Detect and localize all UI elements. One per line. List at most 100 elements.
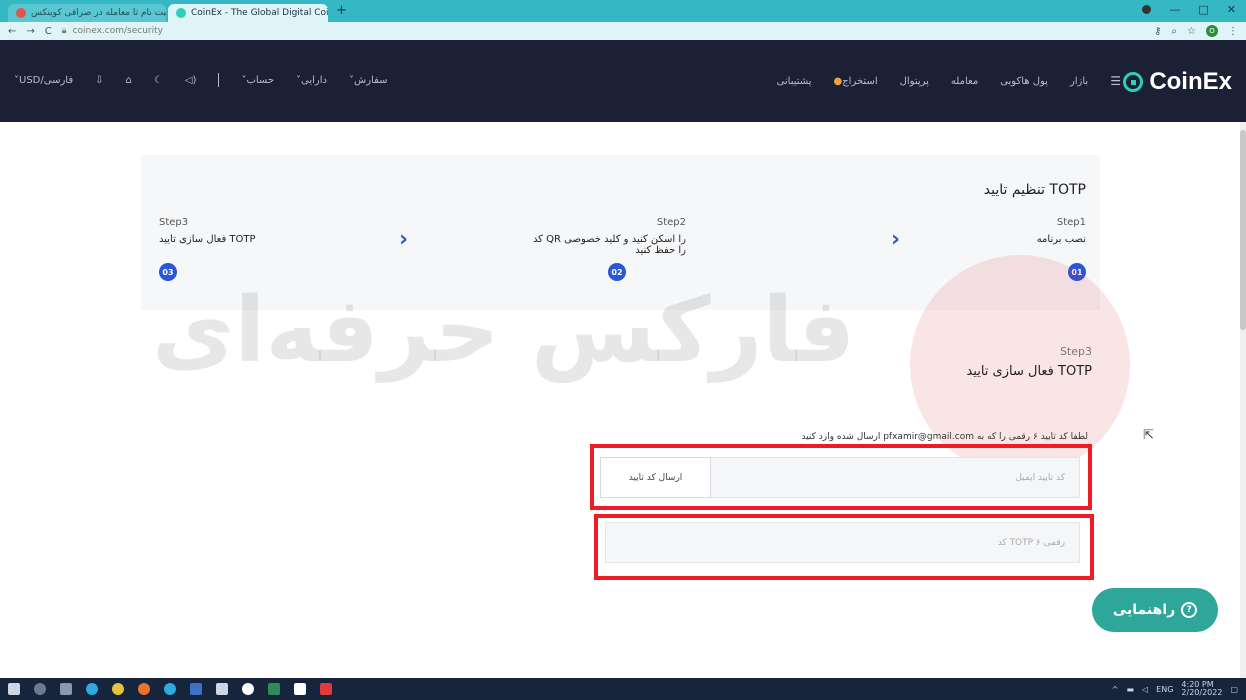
url-text: coinex.com/security (72, 26, 163, 36)
nav-item-mining-label: استخراج (842, 75, 878, 87)
chevron-right-icon: › (399, 227, 409, 252)
browser-tab-active[interactable]: CoinEx - The Global Digital Coin... ✕ (168, 4, 328, 22)
logo-text: CoinEx (1149, 68, 1232, 95)
close-window-icon[interactable]: ✕ (1227, 3, 1236, 16)
address-bar: ← → C 🔒︎ coinex.com/security ⚷ ⌕ ☆ O ⋮ (0, 22, 1246, 40)
scrollbar-thumb[interactable] (1240, 130, 1246, 330)
network-icon[interactable]: ▬ (1126, 685, 1134, 694)
page-title: تنظیم تایید TOTP (983, 182, 1086, 198)
nav-item-mining[interactable]: استخراج● (833, 76, 877, 87)
red-app-icon[interactable] (320, 683, 332, 695)
moon-icon[interactable]: ☾ (154, 75, 163, 86)
currency-language-select[interactable]: ˅USD/فارسی (14, 75, 73, 86)
highlight-box-totp (594, 514, 1094, 580)
store-icon[interactable] (216, 683, 228, 695)
edge-icon[interactable] (86, 683, 98, 695)
coinex-logo[interactable]: CoinEx (1123, 68, 1232, 96)
divider (218, 73, 220, 87)
firefox-icon[interactable] (138, 683, 150, 695)
step-1: Step1 نصب برنامه 01 (1036, 217, 1086, 281)
help-button[interactable]: راهنمایی ? (1092, 588, 1218, 632)
step-1-label: Step1 (1056, 217, 1086, 228)
system-tray: ^ ▬ ◁ ENG 4:20 PM 2/20/2022 ▢ (1112, 681, 1238, 697)
nav-item-orders[interactable]: ˅سفارش (349, 75, 388, 86)
url-field[interactable]: 🔒︎ coinex.com/security (62, 26, 1144, 36)
star-icon[interactable]: ☆ (1187, 26, 1196, 37)
nav-item-market[interactable]: بازار (1070, 76, 1088, 87)
browser-tab-bar: از ثبت نام تا معامله در صرافی کوینکس... … (0, 0, 1246, 22)
circle-app-icon[interactable] (242, 683, 254, 695)
chevron-right-icon: › (891, 227, 901, 252)
nav-item-account[interactable]: ˅حساب (241, 75, 274, 86)
nav-item-assets[interactable]: ˅دارایی (296, 75, 327, 86)
fire-icon: ● (833, 75, 843, 87)
currency-label: USD/فارسی (19, 74, 74, 86)
task-view-icon[interactable] (60, 683, 72, 695)
step-2-label: Step2 (656, 217, 686, 228)
sub-step-title: فعال سازی تایید TOTP (966, 364, 1092, 379)
reload-icon[interactable]: C (45, 26, 52, 37)
sub-step-header: Step3 فعال سازی تایید TOTP (966, 345, 1092, 379)
tab-label: CoinEx - The Global Digital Coin... (191, 8, 328, 18)
key-icon[interactable]: ⚷ (1154, 26, 1161, 37)
download-icon[interactable]: ⇩ (95, 75, 103, 86)
telegram-icon[interactable] (164, 683, 176, 695)
account-label: حساب (246, 74, 275, 86)
tab-favicon-icon (176, 8, 186, 18)
notification-icon[interactable]: ▢ (1230, 685, 1238, 694)
highlight-box-email (590, 444, 1092, 510)
window-controls: — □ ✕ (1142, 3, 1236, 16)
nav-item-support[interactable]: پشتیبانی (777, 76, 812, 87)
assets-label: دارایی (301, 74, 327, 86)
tab-label: از ثبت نام تا معامله در صرافی کوینکس... (31, 8, 166, 18)
language-icon[interactable]: ENG (1156, 685, 1173, 694)
sound-icon[interactable]: ◁) (185, 75, 197, 86)
nav-item-trade[interactable]: معامله (951, 76, 978, 87)
zoom-icon[interactable]: ⌕ (1171, 26, 1177, 37)
profile-avatar[interactable]: O (1206, 25, 1218, 37)
step-2: Step2 کد QR را اسکن کنید و کلید خصوصی را… (526, 217, 686, 281)
step-3: Step3 فعال سازی تایید TOTP 03 (159, 217, 256, 281)
back-icon[interactable]: ← (8, 26, 16, 37)
nav-utilities: ˅USD/فارسی ⇩ ⌂ ☾ ◁) ˅حساب ˅دارایی ˅سفارش (14, 73, 388, 87)
bell-icon[interactable]: ⌂ (126, 75, 132, 86)
minimize-icon[interactable]: — (1169, 3, 1180, 16)
sub-step-label: Step3 (1059, 345, 1092, 358)
coinex-navbar: CoinEx ☰ بازار پول هاکوبی معامله پرپتوال… (0, 40, 1246, 122)
verification-hint: لطفا کد تایید ۶ رقمی را که به pfxamir@gm… (801, 432, 1088, 442)
forward-icon[interactable]: → (26, 26, 34, 37)
browser-tab-inactive[interactable]: از ثبت نام تا معامله در صرافی کوینکس... … (8, 4, 166, 22)
clock[interactable]: 4:20 PM 2/20/2022 (1181, 681, 1222, 697)
windows-taskbar: ^ ▬ ◁ ENG 4:20 PM 2/20/2022 ▢ (0, 678, 1246, 700)
menu-dots-icon[interactable]: ⋮ (1228, 26, 1238, 37)
nav-item-exchange[interactable]: پول هاکوبی (1000, 76, 1048, 87)
lock-icon: 🔒︎ (61, 26, 67, 36)
app-icon[interactable] (190, 683, 202, 695)
orders-label: سفارش (353, 74, 388, 86)
nav-item-perpetual[interactable]: پرپتوال (900, 76, 929, 87)
hamburger-icon[interactable]: ☰ (1110, 74, 1121, 88)
step-3-label: Step3 (159, 217, 189, 228)
question-icon: ? (1181, 602, 1198, 618)
clock-date: 2/20/2022 (1181, 688, 1223, 697)
chrome-icon[interactable] (112, 683, 124, 695)
profile-indicator-icon (1142, 5, 1152, 14)
document-icon[interactable] (294, 683, 306, 695)
volume-icon[interactable]: ◁ (1142, 685, 1148, 694)
search-icon[interactable] (34, 683, 46, 695)
step-2-desc: کد QR را اسکن کنید و کلید خصوصی را حفظ ک… (532, 234, 686, 256)
mouse-cursor-icon: ⇱ (1143, 428, 1154, 443)
maximize-icon[interactable]: □ (1198, 3, 1208, 16)
coinex-logo-icon (1123, 72, 1144, 92)
step-1-desc: نصب برنامه (1036, 234, 1086, 245)
tab-favicon-icon (16, 8, 26, 18)
start-icon[interactable] (8, 683, 20, 695)
main-nav: ☰ بازار پول هاکوبی معامله پرپتوال استخرا… (777, 74, 1121, 88)
new-tab-icon[interactable]: + (336, 3, 347, 18)
watermark-text: فارکس حرفه‌ای (152, 278, 856, 383)
step-3-desc: فعال سازی تایید TOTP (159, 234, 256, 245)
green-app-icon[interactable] (268, 683, 280, 695)
tray-arrow-icon[interactable]: ^ (1112, 685, 1119, 694)
page-scrollbar[interactable] (1240, 122, 1246, 678)
help-label: راهنمایی (1112, 602, 1176, 618)
